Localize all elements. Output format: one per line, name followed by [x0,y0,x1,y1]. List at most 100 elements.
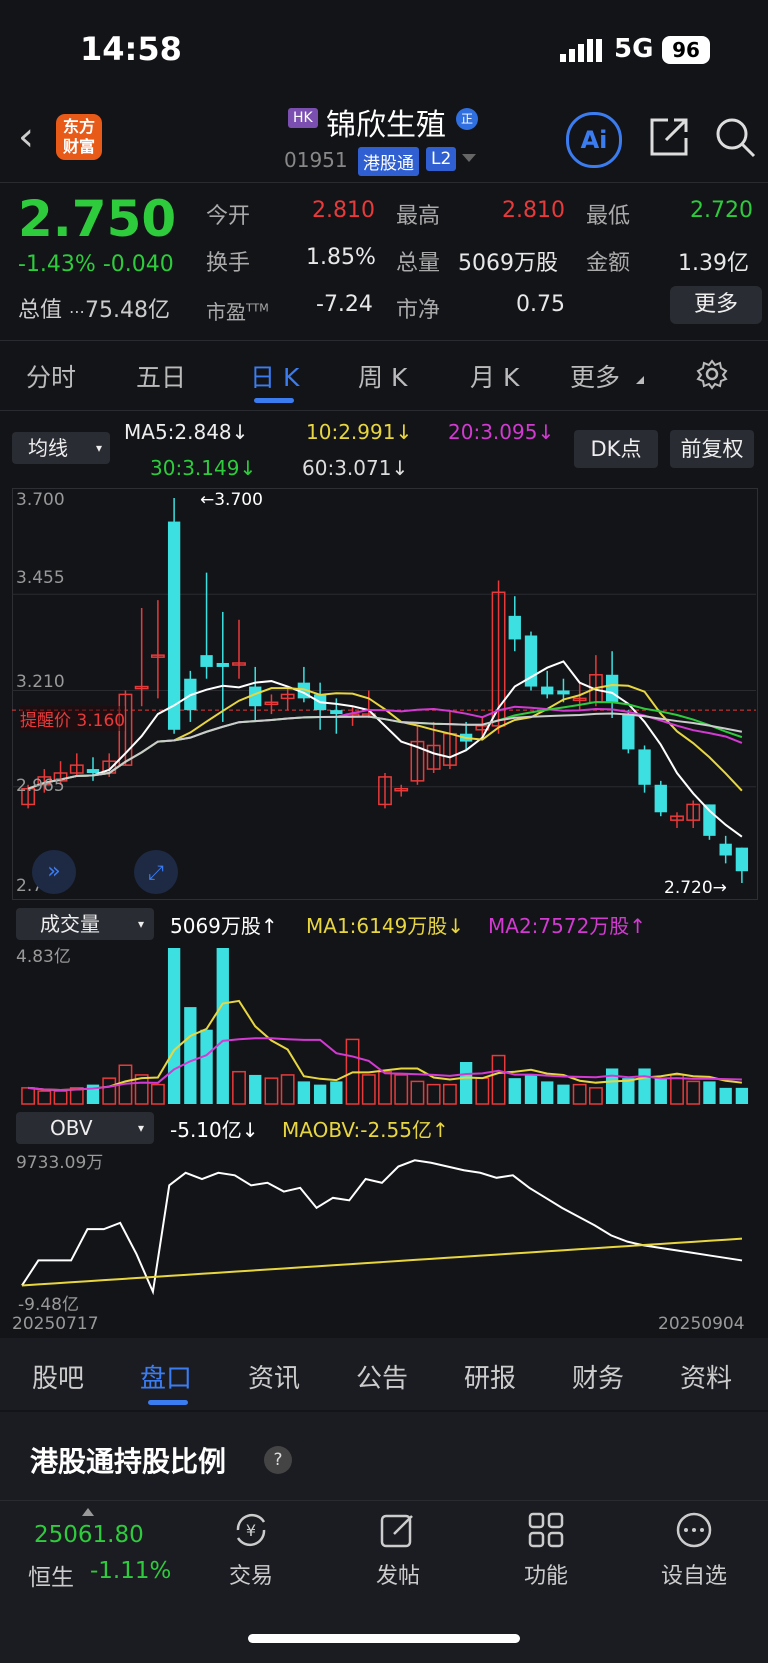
volume-bar [102,1077,117,1105]
tab-orderbook[interactable]: 盘口 [140,1358,192,1395]
candle-body [703,804,716,836]
obv-legend-ma: MAOBV:-2.55亿↑ [282,1118,449,1142]
volume-bar [378,1070,392,1105]
obv-legend-current: -5.10亿↓ [170,1118,259,1142]
volume-bar [280,1074,295,1105]
edit-icon[interactable] [378,1510,418,1550]
tab-research[interactable]: 研报 [464,1358,516,1395]
adjust-button[interactable]: 前复权 [670,430,754,468]
volume-legend-ma2: MA2:7572万股↑ [488,914,647,938]
price-change: -1.43% -0.040 [18,252,174,277]
ai-button[interactable]: Ai [566,112,622,168]
candle-body [508,615,521,640]
volume-bar [21,1087,36,1105]
candle-body [541,686,554,695]
verified-icon: 正 [456,108,478,130]
volume-selector[interactable]: 成交量 ▾ [16,908,154,940]
trade-icon[interactable]: ¥ [230,1510,272,1550]
tab-intraday[interactable]: 分时 [26,358,76,394]
volume-bar [264,1077,279,1105]
back-icon[interactable]: ‹ [18,114,34,160]
tab-five-day[interactable]: 五日 [136,358,186,394]
volume-bar [654,1078,667,1104]
share-icon[interactable] [646,114,692,160]
y-tick-3: 3.210 [16,672,65,692]
volume-bar [605,1068,619,1104]
tab-forum[interactable]: 股吧 [32,1358,84,1395]
footer-watchlist-label[interactable]: 设自选 [634,1558,754,1590]
info-icon[interactable]: ⋯ [69,302,85,321]
pb-label: 市净 [396,298,441,323]
market-value-amount: 75.48亿 [85,298,170,323]
open-label: 今开 [206,204,251,229]
footer-function-label[interactable]: 功能 [486,1558,606,1590]
volume-bar [588,1087,603,1105]
hkconnect-tag: 港股通 [358,147,419,176]
volume-bar [508,1078,521,1104]
volume-bar [53,1090,68,1105]
obv-y-bottom: -9.48亿 [18,1295,79,1315]
tab-financials[interactable]: 财务 [572,1358,624,1395]
app-logo[interactable]: 东方 财富 [56,114,102,160]
volume-chart[interactable] [12,940,756,1110]
index-value[interactable]: 25061.80 [34,1522,144,1548]
alert-price-label[interactable]: 提醒价 3.160 [20,706,126,731]
more-icon[interactable] [674,1510,714,1550]
tab-profile[interactable]: 资料 [680,1358,732,1395]
dropdown-icon[interactable] [462,154,476,164]
more-button[interactable]: 更多 [670,286,762,324]
pe-value: -7.24 [316,292,373,317]
volume-bar [37,1090,52,1105]
change-pct: -1.43% [18,252,96,277]
volume-bar [216,948,229,1104]
home-indicator[interactable] [248,1634,520,1643]
kline-chart[interactable] [12,488,756,898]
expand-icon[interactable]: » [32,850,76,894]
volume-bar [638,1068,651,1104]
volume-bar [686,1080,701,1105]
obv-selector[interactable]: OBV ▾ [16,1112,154,1144]
corner-arrow-icon [636,376,644,384]
obv-chart[interactable] [12,1146,756,1310]
tab-news[interactable]: 资讯 [248,1358,300,1395]
high-value: 2.810 [502,198,565,223]
tab-announcements[interactable]: 公告 [356,1358,408,1395]
candle-body [654,784,667,813]
x-start-date: 20250717 [12,1314,99,1334]
obv-selector-label: OBV [50,1116,93,1140]
tab-daily-k[interactable]: 日 K [250,358,299,394]
amount-label: 金额 [586,251,631,276]
ma60-legend: 60:3.071↓ [302,456,409,480]
index-change[interactable]: -1.11% [90,1558,171,1584]
volume-bar [572,1083,587,1105]
tab-more[interactable]: 更多 [570,358,620,394]
volume-bar [557,1084,570,1104]
index-name[interactable]: 恒生 [28,1558,74,1592]
divider [0,410,768,411]
ma-selector[interactable]: 均线 ▾ [12,432,110,464]
tab-weekly-k[interactable]: 周 K [358,358,407,394]
status-time: 14:58 [80,30,182,68]
amount-value: 1.39亿 [678,251,749,276]
market-tag: HK [288,108,318,128]
maobv-line [21,1237,743,1287]
market-value: 总值 ⋯75.48亿 [18,292,170,324]
help-icon[interactable]: ? [264,1446,292,1474]
dk-point-button[interactable]: DK点 [574,430,658,468]
section-title: 港股通持股比例 [30,1445,227,1478]
settings-icon[interactable] [696,358,728,390]
ma5-legend: MA5:2.848↓ [124,420,249,444]
volume-bar [361,1074,376,1105]
grid-icon[interactable] [526,1510,566,1550]
footer-post-label[interactable]: 发帖 [338,1558,458,1590]
turnover-label: 换手 [206,251,251,276]
volume-bar [442,1083,457,1105]
tab-monthly-k[interactable]: 月 K [470,358,519,394]
search-icon[interactable] [712,114,758,160]
footer-trade-label[interactable]: 交易 [191,1558,311,1590]
stock-name[interactable]: 锦欣生殖 [326,100,446,144]
low-marker: 2.720→ [664,878,727,898]
fullscreen-icon[interactable]: ⤢ [134,850,178,894]
volume-bar [249,1074,262,1104]
candle-body [557,690,570,695]
